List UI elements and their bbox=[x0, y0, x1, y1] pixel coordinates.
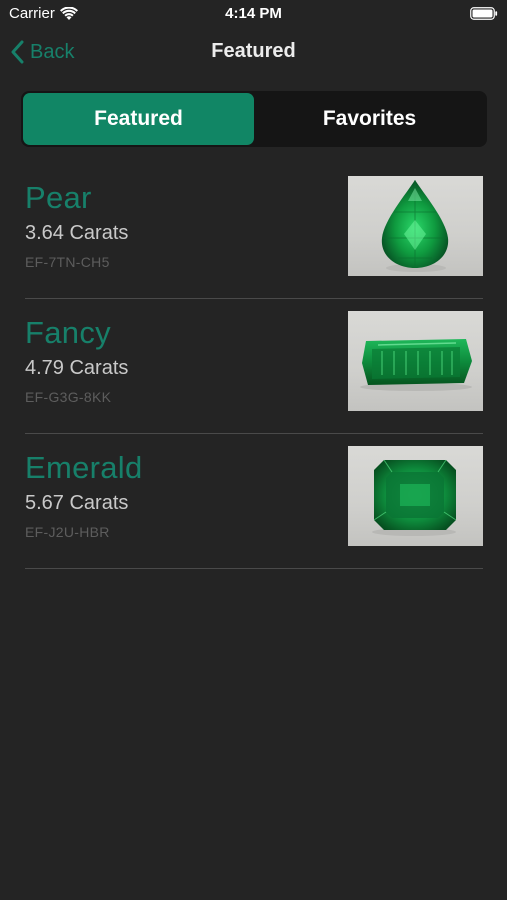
gem-code: EF-G3G-8KK bbox=[25, 389, 112, 405]
gem-carats: 5.67 Carats bbox=[25, 492, 129, 514]
segmented-control: Featured Favorites bbox=[21, 91, 487, 147]
gem-code: EF-7TN-CH5 bbox=[25, 254, 110, 270]
gem-name: Pear bbox=[25, 180, 92, 215]
page-title: Featured bbox=[211, 40, 296, 62]
navigation-bar: Back Featured bbox=[0, 28, 507, 76]
pear-emerald-photo bbox=[348, 176, 483, 276]
gem-name: Fancy bbox=[25, 315, 111, 350]
gem-code: EF-J2U-HBR bbox=[25, 524, 110, 540]
fancy-emerald-icon bbox=[360, 339, 472, 391]
status-bar: Carrier 4:14 PM bbox=[0, 0, 507, 28]
status-time: 4:14 PM bbox=[225, 5, 282, 22]
gem-list: Pear 3.64 Carats EF-7TN-CH5 Fancy 4.79 C… bbox=[25, 164, 483, 569]
list-item[interactable]: Emerald 5.67 Carats EF-J2U-HBR bbox=[25, 434, 483, 569]
fancy-emerald-photo bbox=[348, 311, 483, 411]
emerald-cut-icon bbox=[372, 459, 457, 536]
list-item[interactable]: Pear 3.64 Carats EF-7TN-CH5 bbox=[25, 164, 483, 299]
emerald-cut-photo bbox=[348, 446, 483, 546]
gem-carats: 4.79 Carats bbox=[25, 357, 129, 379]
pear-emerald-icon bbox=[381, 180, 449, 272]
segment-featured[interactable]: Featured bbox=[23, 93, 254, 145]
battery-icon bbox=[470, 7, 498, 20]
segment-favorites[interactable]: Favorites bbox=[254, 93, 485, 145]
gem-name: Emerald bbox=[25, 450, 143, 485]
gem-carats: 3.64 Carats bbox=[25, 222, 129, 244]
list-item[interactable]: Fancy 4.79 Carats EF-G3G-8KK bbox=[25, 299, 483, 434]
